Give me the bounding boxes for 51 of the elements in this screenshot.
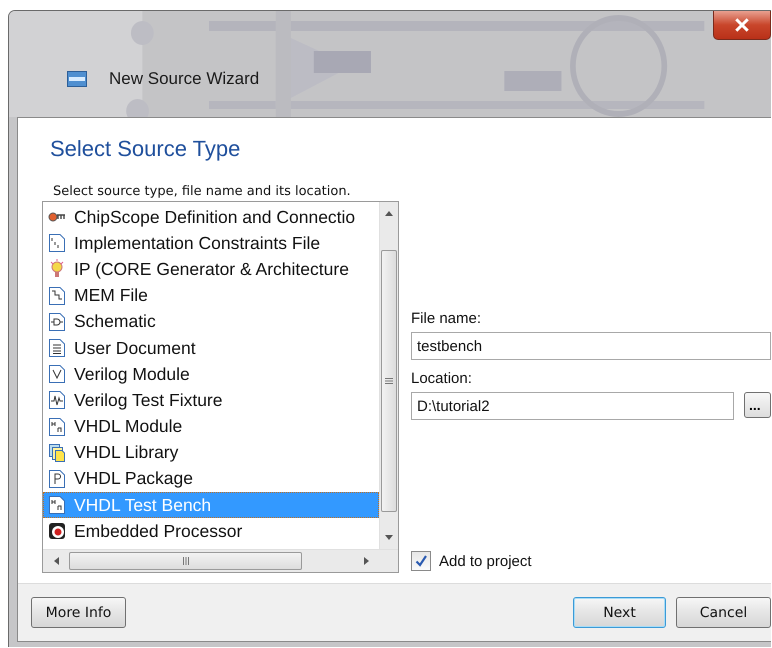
source-type-item[interactable]: Implementation Constraints File [43,230,379,256]
source-type-item[interactable]: MEM File [43,282,379,309]
close-icon [734,18,750,32]
source-type-item[interactable]: VHDL Package [43,466,379,492]
document-icon [48,468,66,489]
source-type-item[interactable]: VHDL Library [43,440,379,466]
document-icon [48,233,66,254]
scroll-thumb[interactable] [69,552,302,570]
location-field[interactable]: D:\tutorial2 [411,392,734,420]
file-name-label: File name: [411,310,482,327]
file-name-field[interactable]: testbench [411,332,771,360]
document-icon [48,286,66,306]
scroll-left-icon[interactable] [53,556,59,566]
instruction-text: Select source type, file name and its location. [53,184,352,199]
source-type-item[interactable]: Verilog Test Fixture [43,387,379,414]
stacked-pages-icon [48,442,66,463]
dialog-button[interactable]: Cancel [676,597,771,628]
document-icon [48,495,66,516]
source-type-item[interactable]: Schematic [43,308,379,335]
checkbox[interactable] [411,551,431,571]
window-title: New Source Wizard [109,69,260,89]
scroll-up-icon[interactable] [384,210,394,216]
dialog-button[interactable]: More Info [31,597,126,628]
dialog-button[interactable]: Next [573,597,666,628]
scroll-down-icon[interactable] [384,535,394,541]
app-icon [67,71,87,87]
grip-icon [385,377,393,385]
source-type-item[interactable]: IP (CORE Generator & Architecture [43,256,379,283]
browse-button[interactable]: ... [744,392,771,418]
document-icon [48,338,66,358]
scroll-thumb[interactable] [381,250,397,512]
grip-icon [182,557,190,565]
document-icon [48,416,66,437]
add-to-project-label: Add to project [439,552,532,570]
lightbulb-icon [48,259,66,280]
vertical-scrollbar[interactable] [379,202,398,549]
source-type-item[interactable]: Verilog Module [43,361,379,388]
close-button[interactable] [713,11,771,40]
document-icon [48,390,66,410]
source-type-item[interactable]: User Document [43,334,379,362]
document-icon [48,312,66,332]
location-label: Location: [411,370,473,387]
horizontal-scrollbar[interactable] [43,549,398,572]
source-type-item[interactable]: VHDL Module [43,414,379,440]
scroll-right-icon[interactable] [364,556,370,566]
document-icon [48,364,66,384]
page-heading: Select Source Type [50,136,242,162]
source-type-list[interactable] [42,201,399,573]
source-type-item[interactable]: Embedded Processor [43,518,379,544]
source-type-item[interactable]: ChipScope Definition and Connectio [43,204,379,230]
checkmark-icon [414,554,428,568]
